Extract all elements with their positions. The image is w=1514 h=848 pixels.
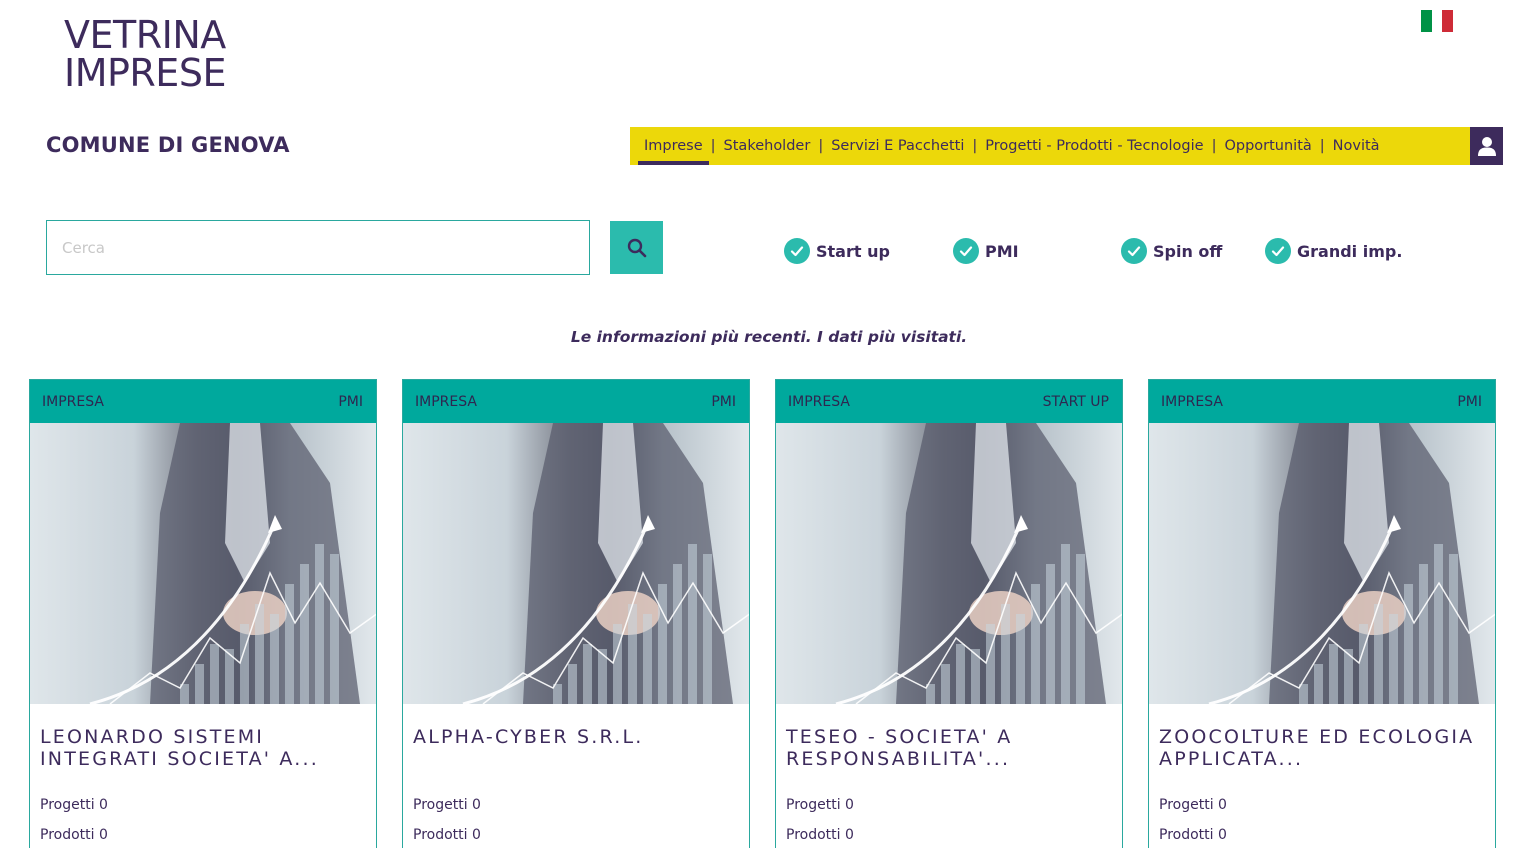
company-card[interactable]: IMPRESA PMI ZOOCOLTURE ED ECOLOGIA APPLI… <box>1148 379 1496 848</box>
site-logo[interactable]: VETRINA IMPRESE <box>64 16 226 92</box>
card-type: IMPRESA <box>788 393 850 410</box>
filter-spinoff[interactable]: Spin off <box>1121 238 1222 264</box>
company-card[interactable]: IMPRESA PMI LEONARDO SISTEMI INTEGRATI S… <box>29 379 377 848</box>
logo-line-2: IMPRESE <box>64 51 226 95</box>
card-category: PMI <box>711 393 736 410</box>
nav-separator: | <box>1319 138 1325 154</box>
user-icon <box>1477 137 1496 156</box>
card-image <box>403 423 749 704</box>
section-subtitle: Le informazioni più recenti. I dati più … <box>570 328 968 346</box>
card-progetti: Progetti 0 <box>1159 797 1227 813</box>
nav-item-imprese[interactable]: Imprese <box>638 127 709 165</box>
card-progetti: Progetti 0 <box>40 797 108 813</box>
nav-item-opportunita[interactable]: Opportunità <box>1218 127 1317 165</box>
card-title[interactable]: ALPHA-CYBER S.R.L. <box>403 726 749 774</box>
user-account-button[interactable] <box>1470 127 1503 165</box>
filter-pmi[interactable]: PMI <box>953 238 1019 264</box>
company-card[interactable]: IMPRESA START UP TESEO - SOCIETA' A RESP… <box>775 379 1123 848</box>
card-type: IMPRESA <box>42 393 104 410</box>
check-icon <box>1121 238 1147 264</box>
nav-item-stakeholder[interactable]: Stakeholder <box>718 127 817 165</box>
logo-line-1: VETRINA <box>64 13 226 57</box>
growth-chart-illustration <box>1208 423 1495 704</box>
growth-chart-illustration <box>89 423 376 704</box>
filter-startup[interactable]: Start up <box>784 238 890 264</box>
filter-grandi-imprese[interactable]: Grandi imp. <box>1265 238 1402 264</box>
nav-item-novita[interactable]: Novità <box>1327 127 1386 165</box>
nav-separator: | <box>1211 138 1217 154</box>
search-icon <box>627 238 646 257</box>
growth-chart-illustration <box>835 423 1122 704</box>
card-prodotti: Prodotti 0 <box>413 827 481 843</box>
search-input[interactable] <box>46 220 590 275</box>
card-image <box>776 423 1122 704</box>
card-header: IMPRESA PMI <box>1149 380 1495 423</box>
card-prodotti: Prodotti 0 <box>40 827 108 843</box>
comune-title: COMUNE DI GENOVA <box>46 133 290 157</box>
filter-label: Spin off <box>1153 241 1223 261</box>
card-header: IMPRESA PMI <box>403 380 749 423</box>
check-icon <box>784 238 810 264</box>
italian-flag-icon[interactable] <box>1421 10 1454 32</box>
card-type: IMPRESA <box>1161 393 1223 410</box>
card-image <box>1149 423 1495 704</box>
card-progetti: Progetti 0 <box>413 797 481 813</box>
filter-label: Grandi imp. <box>1297 241 1403 261</box>
nav-separator: | <box>818 138 824 154</box>
card-title[interactable]: LEONARDO SISTEMI INTEGRATI SOCIETA' A... <box>30 726 376 774</box>
check-icon <box>953 238 979 264</box>
search-button[interactable] <box>610 221 663 274</box>
nav-separator: | <box>972 138 978 154</box>
filter-label: PMI <box>985 241 1019 261</box>
filter-label: Start up <box>816 241 890 261</box>
card-category: START UP <box>1042 393 1109 410</box>
card-header: IMPRESA START UP <box>776 380 1122 423</box>
nav-item-progetti[interactable]: Progetti - Prodotti - Tecnologie <box>979 127 1209 165</box>
company-card[interactable]: IMPRESA PMI ALPHA-CYBER S.R.L. Progetti … <box>402 379 750 848</box>
card-title[interactable]: TESEO - SOCIETA' A RESPONSABILITA'... <box>776 726 1122 774</box>
card-prodotti: Prodotti 0 <box>1159 827 1227 843</box>
main-nav: Imprese | Stakeholder | Servizi E Pacche… <box>630 127 1470 165</box>
card-type: IMPRESA <box>415 393 477 410</box>
check-icon <box>1265 238 1291 264</box>
nav-separator: | <box>710 138 716 154</box>
card-prodotti: Prodotti 0 <box>786 827 854 843</box>
card-progetti: Progetti 0 <box>786 797 854 813</box>
card-image <box>30 423 376 704</box>
growth-chart-illustration <box>462 423 749 704</box>
card-category: PMI <box>338 393 363 410</box>
nav-item-servizi[interactable]: Servizi E Pacchetti <box>825 127 970 165</box>
card-title[interactable]: ZOOCOLTURE ED ECOLOGIA APPLICATA... <box>1149 726 1495 774</box>
card-category: PMI <box>1457 393 1482 410</box>
card-header: IMPRESA PMI <box>30 380 376 423</box>
